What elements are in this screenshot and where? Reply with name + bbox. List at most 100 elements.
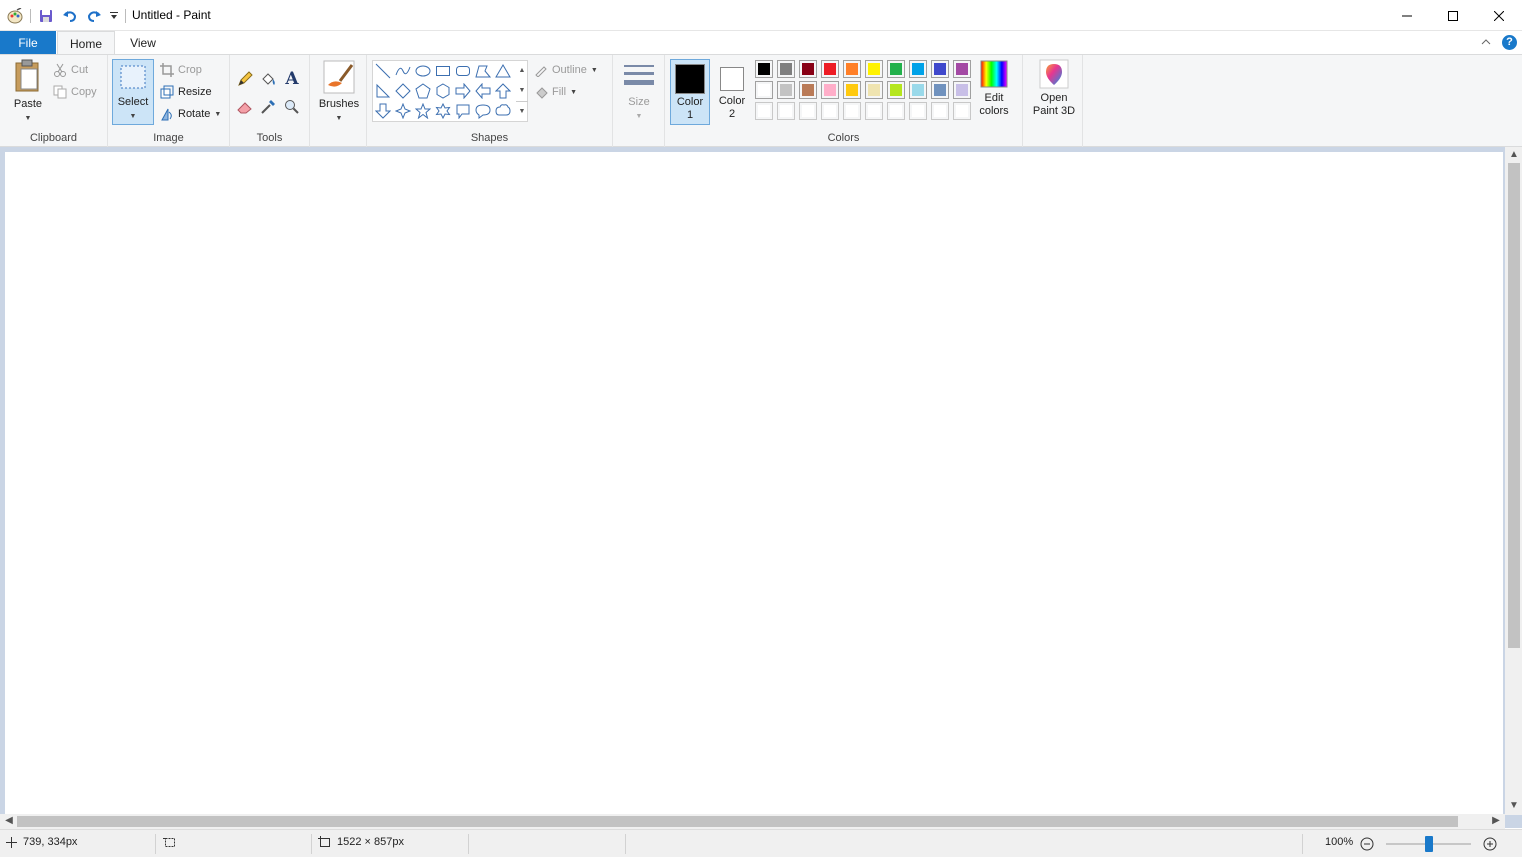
five-point-star-shape-icon[interactable] <box>413 101 433 121</box>
scroll-left-icon[interactable]: ◀ <box>2 815 16 826</box>
paste-button[interactable]: Paste ▼ <box>8 59 48 123</box>
zoom-out-icon[interactable] <box>1360 837 1374 851</box>
right-arrow-shape-icon[interactable] <box>453 81 473 101</box>
polygon-shape-icon[interactable] <box>473 61 493 81</box>
redo-icon[interactable] <box>85 7 103 25</box>
triangle-shape-icon[interactable] <box>493 61 513 81</box>
outline-button[interactable]: Outline ▼ <box>534 61 598 79</box>
palette-swatch[interactable] <box>865 81 883 99</box>
eraser-icon[interactable] <box>235 97 255 117</box>
open-paint3d-button[interactable]: Open Paint 3D <box>1028 59 1080 118</box>
oval-shape-icon[interactable] <box>413 61 433 81</box>
palette-swatch[interactable] <box>953 102 971 120</box>
zoom-slider-thumb[interactable] <box>1424 836 1433 852</box>
right-triangle-shape-icon[interactable] <box>373 81 393 101</box>
zoom-in-icon[interactable] <box>1483 837 1497 851</box>
palette-swatch[interactable] <box>799 60 817 78</box>
palette-swatch[interactable] <box>931 81 949 99</box>
hexagon-shape-icon[interactable] <box>433 81 453 101</box>
palette-swatch[interactable] <box>777 81 795 99</box>
shapes-scroll-down-icon[interactable]: ▼ <box>516 81 528 101</box>
oval-callout-shape-icon[interactable] <box>473 101 493 121</box>
palette-swatch[interactable] <box>909 81 927 99</box>
cut-button[interactable]: Cut <box>53 61 88 79</box>
palette-swatch[interactable] <box>843 102 861 120</box>
magnifier-icon[interactable] <box>282 97 302 117</box>
text-icon[interactable]: A <box>282 69 302 89</box>
palette-swatch[interactable] <box>799 81 817 99</box>
palette-swatch[interactable] <box>755 81 773 99</box>
vertical-scrollbar-thumb[interactable] <box>1508 163 1520 648</box>
diamond-shape-icon[interactable] <box>393 81 413 101</box>
palette-swatch[interactable] <box>953 60 971 78</box>
scroll-right-icon[interactable]: ▶ <box>1489 815 1503 826</box>
palette-swatch[interactable] <box>799 102 817 120</box>
minimize-icon[interactable] <box>1384 0 1430 31</box>
copy-button[interactable]: Copy <box>53 83 97 101</box>
four-point-star-shape-icon[interactable] <box>393 101 413 121</box>
palette-swatch[interactable] <box>909 60 927 78</box>
cloud-callout-shape-icon[interactable] <box>493 101 513 121</box>
rotate-button[interactable]: Rotate ▼ <box>160 105 221 123</box>
palette-swatch[interactable] <box>865 60 883 78</box>
edit-colors-button[interactable]: Edit colors <box>973 59 1015 118</box>
maximize-icon[interactable] <box>1430 0 1476 31</box>
palette-swatch[interactable] <box>821 60 839 78</box>
palette-swatch[interactable] <box>909 102 927 120</box>
size-button[interactable]: Size ▼ <box>619 59 659 121</box>
palette-swatch[interactable] <box>887 60 905 78</box>
rounded-callout-shape-icon[interactable] <box>453 101 473 121</box>
palette-swatch[interactable] <box>777 60 795 78</box>
down-arrow-shape-icon[interactable] <box>373 101 393 121</box>
curve-shape-icon[interactable] <box>393 61 413 81</box>
color1-button[interactable]: Color 1 <box>670 59 710 125</box>
color2-button[interactable]: Color 2 <box>712 59 752 121</box>
close-icon[interactable] <box>1476 0 1522 31</box>
palette-swatch[interactable] <box>953 81 971 99</box>
scroll-down-icon[interactable]: ▼ <box>1507 800 1521 811</box>
select-button[interactable]: Select ▼ <box>112 59 154 125</box>
line-shape-icon[interactable] <box>373 61 393 81</box>
palette-swatch[interactable] <box>887 81 905 99</box>
horizontal-scrollbar-thumb[interactable] <box>17 816 1458 827</box>
save-icon[interactable] <box>37 7 55 25</box>
palette-swatch[interactable] <box>821 102 839 120</box>
palette-swatch[interactable] <box>865 102 883 120</box>
palette-swatch[interactable] <box>843 81 861 99</box>
help-icon[interactable]: ? <box>1502 35 1517 50</box>
palette-swatch[interactable] <box>931 102 949 120</box>
shapes-expand-icon[interactable]: ▼ <box>516 101 528 121</box>
paint-app-icon[interactable] <box>6 7 24 25</box>
fill-button[interactable]: Fill ▼ <box>534 83 577 101</box>
crop-button[interactable]: Crop <box>160 61 202 79</box>
color-picker-icon[interactable] <box>258 97 278 117</box>
tab-home[interactable]: Home <box>57 31 115 55</box>
brushes-button[interactable]: Brushes ▼ <box>315 59 363 123</box>
palette-swatch[interactable] <box>887 102 905 120</box>
palette-swatch[interactable] <box>931 60 949 78</box>
tab-file[interactable]: File <box>0 31 56 55</box>
pentagon-shape-icon[interactable] <box>413 81 433 101</box>
horizontal-scrollbar[interactable]: ◀ ▶ <box>0 814 1505 829</box>
left-arrow-shape-icon[interactable] <box>473 81 493 101</box>
rectangle-shape-icon[interactable] <box>433 61 453 81</box>
palette-swatch[interactable] <box>755 102 773 120</box>
tab-view[interactable]: View <box>115 31 171 55</box>
palette-swatch[interactable] <box>755 60 773 78</box>
vertical-scrollbar[interactable]: ▲ ▼ <box>1505 147 1522 815</box>
rounded-rectangle-shape-icon[interactable] <box>453 61 473 81</box>
drawing-canvas[interactable] <box>5 152 1503 814</box>
palette-swatch[interactable] <box>843 60 861 78</box>
shapes-scroll-up-icon[interactable]: ▲ <box>516 61 528 81</box>
chevron-up-icon[interactable] <box>1480 36 1494 50</box>
palette-swatch[interactable] <box>777 102 795 120</box>
palette-swatch[interactable] <box>821 81 839 99</box>
six-point-star-shape-icon[interactable] <box>433 101 453 121</box>
undo-icon[interactable] <box>61 7 79 25</box>
resize-button[interactable]: Resize <box>160 83 212 101</box>
customize-icon[interactable] <box>109 7 119 25</box>
up-arrow-shape-icon[interactable] <box>493 81 513 101</box>
fill-bucket-icon[interactable] <box>258 69 278 89</box>
scroll-up-icon[interactable]: ▲ <box>1507 149 1521 160</box>
pencil-icon[interactable] <box>235 69 255 89</box>
